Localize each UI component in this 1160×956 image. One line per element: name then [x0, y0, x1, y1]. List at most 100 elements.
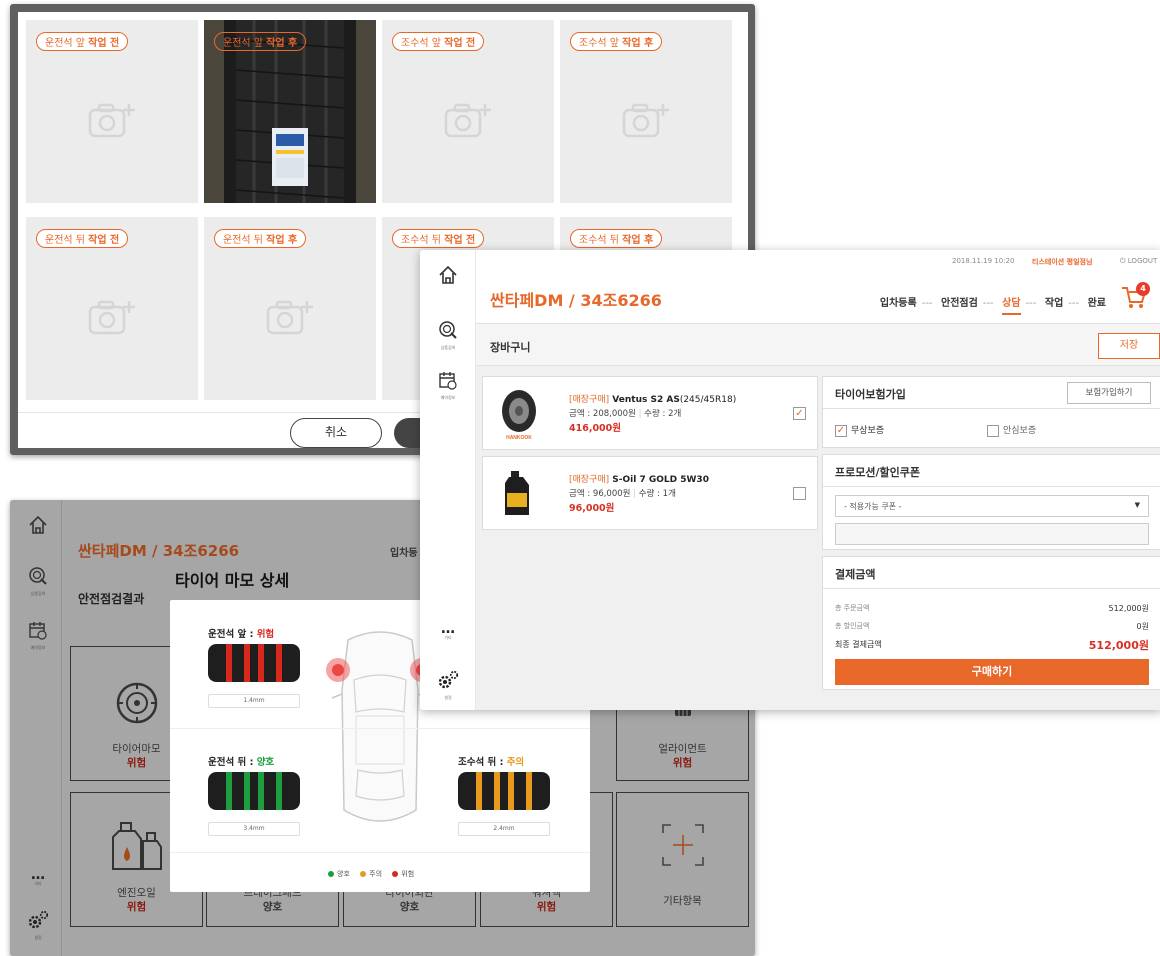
sidebar-label: 상품검색: [30, 591, 46, 596]
promotion-title: 프로모션/할인쿠폰: [823, 455, 1160, 487]
sidebar-label: 설정: [444, 695, 452, 700]
section-header: 장바구니 저장: [476, 324, 1160, 366]
order-summary-column: 타이어보험가입 보험가입하기 ✓ 무상보증 안심보증 프로모션/할인쿠폰 - 적용…: [822, 366, 1160, 710]
photo-slot-passenger-front-after[interactable]: 조수석 앞 작업 후: [560, 20, 732, 203]
tire-icon: [116, 682, 158, 724]
purchase-button[interactable]: 구매하기: [835, 659, 1149, 685]
cart-item[interactable]: HANKOOK [매장구매] Ventus S2 AS(245/45R18) 금…: [482, 376, 818, 450]
calendar-clock-icon: [439, 372, 457, 390]
final-payment-amount: 최종 결제금액 512,000원: [835, 639, 1149, 652]
step-checkin[interactable]: 입차등록: [880, 298, 917, 309]
title-bar: 싼타페DM / 34조6266 입차등록 --- 안전점검 --- 상담 --- 작업…: [476, 272, 1160, 324]
sidebar-item-home[interactable]: [10, 514, 66, 540]
cart-item[interactable]: [매장구매] S-Oil 7 GOLD 5W30 금액 : 96,000원 | …: [482, 456, 818, 530]
item-total: 416,000원: [569, 423, 622, 434]
logout-button[interactable]: ⏻ LOGOUT: [1120, 257, 1157, 266]
tile-status: 양호: [262, 901, 283, 913]
brand-logo-text: HANKOOK: [506, 435, 532, 441]
insurance-title: 타이어보험가입 보험가입하기: [823, 377, 1160, 409]
tread-depth: 3.4mm: [208, 822, 300, 836]
camera-add-icon: [444, 103, 491, 138]
option-safe-warranty[interactable]: 안심보증: [987, 423, 1036, 437]
sidebar-label: 상품검색: [440, 345, 456, 350]
modal-title: 타이어 마모 상세: [175, 571, 290, 590]
gear-icon: [28, 910, 49, 929]
step-safety-check[interactable]: 안전점검: [941, 298, 978, 309]
cart-screen: 상품검색 예약정보 … 기타 설정 2018.11.19 10:20 티스테이션…: [420, 250, 1160, 710]
photo-slot-driver-front-after[interactable]: 운전석 앞 작업 후: [204, 20, 376, 203]
sidebar-item-product-search[interactable]: 상품검색: [10, 566, 66, 597]
tread-depth: 2.4mm: [458, 822, 550, 836]
tire-label-passenger-rear: 조수석 뒤 : 주의: [458, 757, 525, 768]
car-title: 싼타페DM / 34조6266: [490, 291, 662, 310]
tread-depth: 1.4mm: [208, 694, 300, 708]
status-legend: 양호 주의 위험: [320, 869, 414, 879]
datetime: 2018.11.19 10:20: [952, 257, 1015, 265]
item-checkbox[interactable]: ✓: [793, 407, 806, 420]
tread-graphic-driver-rear: [208, 772, 300, 810]
save-button[interactable]: 저장: [1098, 333, 1160, 359]
slot-tag: 운전석 앞 작업 전: [36, 32, 129, 51]
sidebar-item-product-search[interactable]: 상품검색: [420, 320, 476, 351]
total-order-amount: 총 주문금액 512,000원: [835, 604, 1149, 613]
camera-add-icon: [266, 300, 313, 335]
home-icon: [29, 515, 47, 534]
sidebar: 상품검색 예약정보 … 기타 설정: [420, 250, 476, 710]
item-total: 96,000원: [569, 503, 615, 514]
tire-search-icon: [29, 567, 47, 585]
step-complete[interactable]: 완료: [1088, 298, 1106, 309]
sidebar-label: 기타: [444, 635, 452, 640]
camera-add-icon: [88, 103, 135, 138]
slot-tag: 조수석 앞 작업 전: [392, 32, 485, 51]
tile-status: 양호: [399, 901, 420, 913]
sidebar-item-home[interactable]: [420, 264, 476, 290]
slot-tag: 운전석 뒤 작업 전: [36, 229, 129, 248]
cancel-button[interactable]: 취소: [290, 418, 382, 448]
sidebar-item-reservation[interactable]: 예약정보: [420, 370, 476, 401]
sidebar: 상품검색 예약정보 … 기타 설정: [10, 500, 62, 956]
sidebar-label: 기타: [34, 881, 42, 886]
tile-name: 기타항목: [663, 895, 702, 907]
chevron-down-icon: ▼: [1134, 501, 1140, 509]
item-checkbox[interactable]: [793, 487, 806, 500]
slot-tag: 운전석 뒤 작업 후: [214, 229, 307, 248]
tile-status: 위험: [672, 757, 693, 769]
cart-count-badge: 4: [1136, 282, 1150, 296]
step-work[interactable]: 작업: [1045, 298, 1063, 309]
sidebar-item-more[interactable]: … 기타: [10, 868, 66, 887]
oil-product-image: [505, 471, 529, 515]
sidebar-label: 설정: [34, 935, 42, 940]
total-discount-amount: 총 할인금액 0원: [835, 622, 1149, 631]
section-title: 장바구니: [490, 341, 531, 354]
top-status-bar: 2018.11.19 10:20 티스테이션 평일점님 ⏻ LOGOUT: [476, 250, 1160, 272]
sidebar-item-settings[interactable]: 설정: [420, 670, 476, 701]
photo-slot-driver-front-before[interactable]: 운전석 앞 작업 전: [26, 20, 198, 203]
tile-status: 위험: [536, 901, 557, 913]
sidebar-label: 예약정보: [30, 645, 46, 650]
coupon-select[interactable]: - 적용가능 쿠폰 - ▼: [835, 495, 1149, 517]
checkbox-checked: ✓: [835, 424, 847, 437]
option-free-warranty[interactable]: ✓ 무상보증: [835, 423, 884, 437]
sidebar-item-settings[interactable]: 설정: [10, 910, 66, 941]
sidebar-item-reservation[interactable]: 예약정보: [10, 620, 66, 651]
tire-product-image: HANKOOK: [502, 390, 536, 441]
sidebar-item-more[interactable]: … 기타: [420, 621, 476, 641]
insurance-join-button[interactable]: 보험가입하기: [1067, 382, 1151, 404]
photo-slot-driver-rear-after[interactable]: 운전석 뒤 작업 후: [204, 217, 376, 400]
insurance-box: 타이어보험가입 보험가입하기 ✓ 무상보증 안심보증: [822, 376, 1160, 448]
slot-tag: 조수석 뒤 작업 후: [570, 229, 663, 248]
item-name: [매장구매] S-Oil 7 GOLD 5W30: [569, 475, 709, 485]
oil-bottle-icon: [112, 822, 162, 870]
photo-slot-driver-rear-before[interactable]: 운전석 뒤 작업 전: [26, 217, 198, 400]
more-icon: …: [441, 621, 455, 637]
gear-icon: [438, 670, 459, 689]
tile-other-items[interactable]: 기타항목: [616, 792, 749, 927]
promotion-box: 프로모션/할인쿠폰 - 적용가능 쿠폰 - ▼: [822, 454, 1160, 550]
tire-label-driver-rear: 운전석 뒤 : 양호: [208, 757, 275, 768]
photo-slot-passenger-front-before[interactable]: 조수석 앞 작업 전: [382, 20, 554, 203]
tile-name: 얼라이먼트: [658, 743, 707, 755]
coupon-input[interactable]: [835, 523, 1149, 545]
tread-graphic-passenger-rear: [458, 772, 550, 810]
step-consultation[interactable]: 상담: [1002, 298, 1021, 315]
progress-steps: 입차등록 --- 안전점검 --- 상담 --- 작업 --- 완료: [880, 294, 1106, 315]
